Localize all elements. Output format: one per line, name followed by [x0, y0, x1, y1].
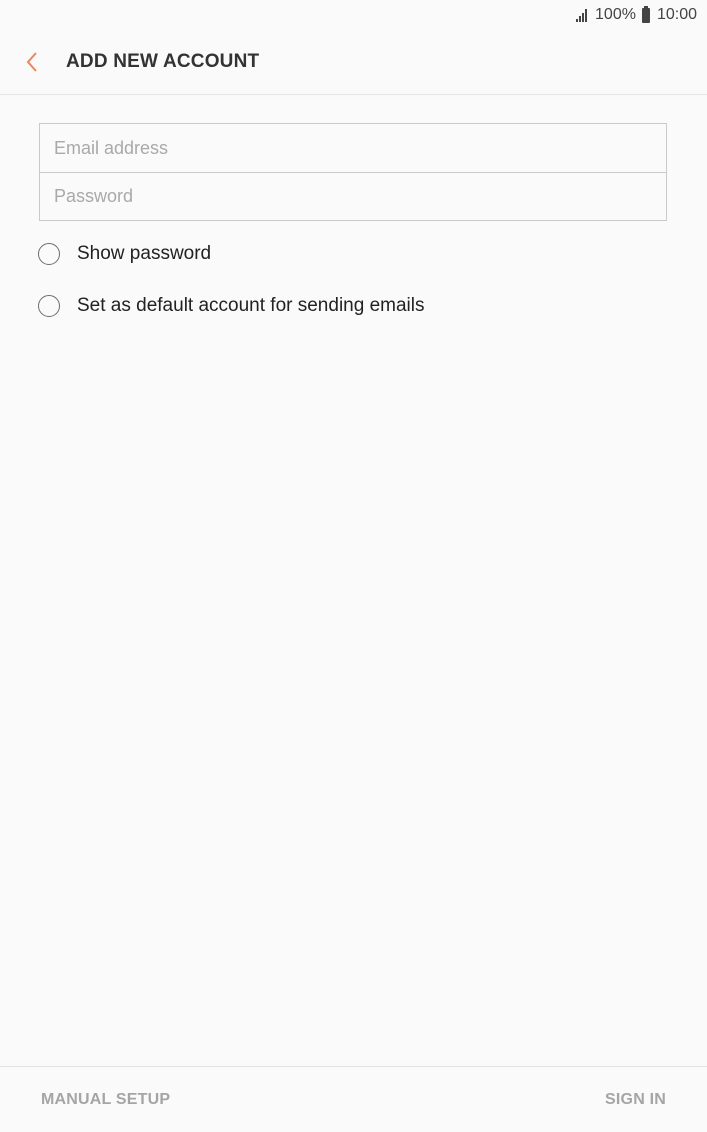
footer-bar: MANUAL SETUP SIGN IN	[0, 1066, 707, 1132]
app-header: ADD NEW ACCOUNT	[0, 30, 707, 95]
page-title: ADD NEW ACCOUNT	[66, 51, 260, 72]
default-account-radio[interactable]	[38, 295, 60, 317]
default-account-label: Set as default account for sending email…	[77, 295, 425, 316]
default-account-option[interactable]: Set as default account for sending email…	[38, 295, 424, 317]
email-field[interactable]	[40, 124, 666, 172]
battery-percent: 100%	[595, 6, 636, 23]
chevron-left-icon	[26, 52, 37, 72]
battery-icon	[641, 5, 650, 23]
manual-setup-button[interactable]: MANUAL SETUP	[41, 1091, 170, 1109]
signal-icon	[576, 8, 588, 22]
sign-in-button[interactable]: SIGN IN	[605, 1091, 666, 1109]
show-password-option[interactable]: Show password	[38, 243, 211, 265]
back-button[interactable]	[0, 30, 64, 94]
clock: 10:00	[656, 6, 697, 23]
status-bar: 100% 10:00	[0, 0, 707, 30]
show-password-label: Show password	[77, 243, 212, 264]
account-form	[39, 123, 667, 221]
password-field[interactable]	[40, 172, 666, 220]
show-password-radio[interactable]	[38, 243, 60, 265]
